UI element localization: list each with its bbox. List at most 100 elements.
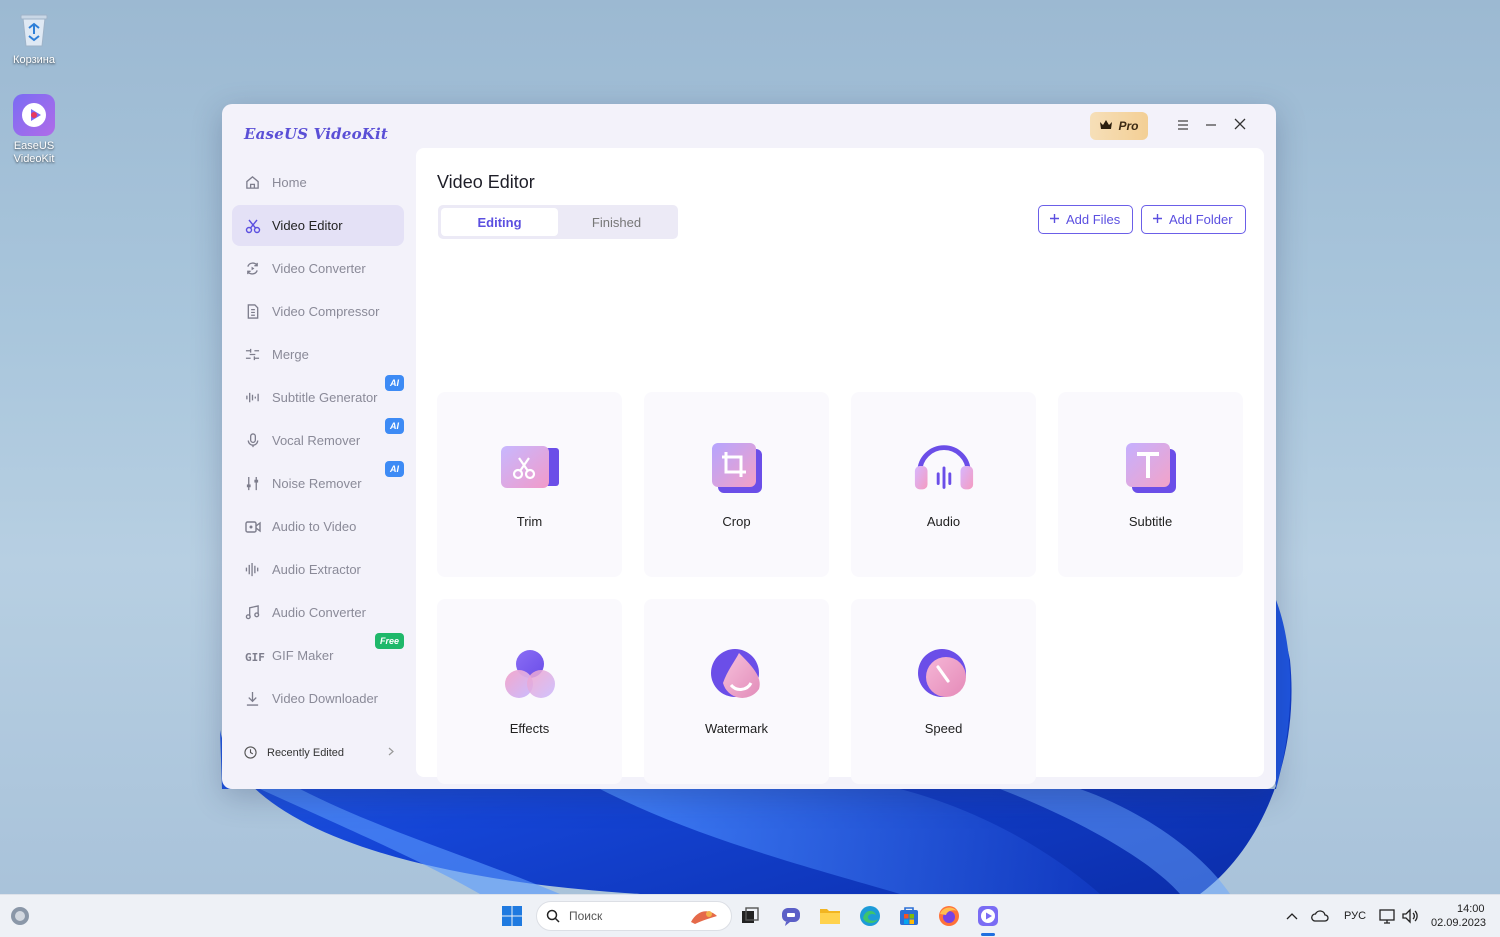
sidebar-item-audio-converter[interactable]: Audio Converter	[232, 592, 404, 633]
tool-label: Crop	[722, 514, 751, 529]
clock-date[interactable]: 02.09.2023	[1431, 917, 1486, 929]
desktop-icon-easeus-videokit[interactable]: EaseUS VideoKit	[4, 94, 64, 166]
pro-upgrade-button[interactable]: Pro	[1090, 112, 1148, 140]
sidebar-item-label: Audio Converter	[272, 605, 366, 620]
compress-icon	[244, 303, 261, 320]
edge-browser-icon[interactable]	[858, 904, 882, 928]
recently-edited-label: Recently Edited	[267, 746, 345, 759]
tool-card-subtitle[interactable]: Subtitle	[1058, 392, 1243, 577]
network-icon[interactable]	[1376, 904, 1400, 928]
sidebar-item-audio-to-video[interactable]: Audio to Video	[232, 506, 404, 547]
home-icon	[244, 174, 261, 191]
headphones-icon	[912, 440, 976, 496]
audio-bars-icon	[244, 561, 261, 578]
crop-icon	[705, 440, 769, 496]
volume-icon[interactable]	[1398, 904, 1422, 928]
free-badge: Free	[374, 633, 404, 649]
main-panel: Video Editor Editing Finished Add Files …	[416, 148, 1264, 784]
recycle-bin-icon	[13, 8, 55, 50]
sliders-icon	[244, 475, 261, 492]
file-explorer-icon[interactable]	[818, 904, 842, 928]
sidebar-item-vocal-remover[interactable]: Vocal Remover AI	[232, 418, 404, 461]
taskbar: Поиск РУС 14:00 02.09.2023	[0, 894, 1500, 937]
sidebar-item-video-converter[interactable]: Video Converter	[232, 248, 404, 289]
start-button[interactable]	[500, 904, 524, 928]
tool-card-effects[interactable]: Effects	[437, 599, 622, 784]
weather-widget-icon[interactable]	[8, 904, 32, 928]
onedrive-cloud-icon[interactable]	[1308, 904, 1332, 928]
recently-edited-link[interactable]: Recently Edited	[244, 746, 394, 759]
merge-icon	[244, 346, 261, 363]
sidebar-item-subtitle-generator[interactable]: Subtitle Generator AI	[232, 375, 404, 418]
tool-card-crop[interactable]: Crop	[644, 392, 829, 577]
page-title: Video Editor	[437, 172, 535, 192]
sidebar-item-gif-maker[interactable]: GIF GIF Maker Free	[232, 633, 404, 676]
microsoft-store-icon[interactable]	[897, 904, 921, 928]
ai-badge: AI	[385, 461, 404, 477]
convert-icon	[244, 260, 261, 277]
tool-label: Audio	[926, 514, 961, 529]
sidebar-item-label: GIF Maker	[272, 648, 334, 663]
watermark-icon	[705, 647, 769, 703]
tool-card-trim[interactable]: Trim	[437, 392, 622, 577]
tool-card-speed[interactable]: Speed	[851, 599, 1036, 784]
search-placeholder: Поиск	[569, 909, 603, 923]
effects-icon	[498, 647, 562, 703]
tool-card-watermark[interactable]: Watermark	[644, 599, 829, 784]
subtitle-icon	[1119, 440, 1183, 496]
search-icon	[546, 909, 560, 923]
minimize-icon	[1205, 117, 1217, 135]
sidebar-item-video-editor[interactable]: Video Editor	[232, 205, 404, 246]
firefox-icon[interactable]	[937, 904, 961, 928]
sidebar-item-label: Noise Remover	[272, 476, 362, 491]
music-note-icon	[244, 604, 261, 621]
chat-icon[interactable]	[779, 904, 803, 928]
taskbar-search[interactable]: Поиск	[536, 901, 732, 931]
download-icon	[244, 690, 261, 707]
scissors-icon	[244, 217, 261, 234]
tool-label: Trim	[516, 514, 543, 529]
pro-label: Pro	[1118, 119, 1139, 133]
minimize-button[interactable]	[1200, 116, 1222, 136]
menu-button[interactable]	[1172, 116, 1194, 136]
sidebar-item-label: Merge	[272, 347, 309, 362]
svg-text:GIF: GIF	[245, 651, 265, 662]
easeus-videokit-taskbar-icon[interactable]	[976, 904, 1000, 928]
sidebar-item-label: Video Converter	[272, 261, 366, 276]
sidebar-item-noise-remover[interactable]: Noise Remover AI	[232, 461, 404, 504]
chevron-up-icon[interactable]	[1280, 904, 1304, 928]
trim-icon	[498, 440, 562, 496]
ai-badge: AI	[385, 418, 404, 434]
add-folder-label: Add Folder	[1169, 212, 1233, 227]
sidebar-item-video-downloader[interactable]: Video Downloader	[232, 678, 404, 719]
sidebar-item-audio-extractor[interactable]: Audio Extractor	[232, 549, 404, 590]
sidebar-item-label: Vocal Remover	[272, 433, 361, 448]
tool-label: Speed	[924, 721, 963, 736]
app-window: EaseUS VideoKit Pro Home Video Editor Vi…	[222, 104, 1276, 789]
speed-icon	[912, 647, 976, 703]
language-indicator[interactable]: РУС	[1344, 910, 1366, 922]
desktop-icon-label: EaseUS VideoKit	[13, 140, 55, 165]
tool-label: Subtitle	[1128, 514, 1173, 529]
waveform-icon	[244, 389, 261, 406]
sidebar-item-label: Video Compressor	[272, 304, 380, 319]
menu-icon	[1177, 117, 1189, 135]
tool-label: Watermark	[704, 721, 769, 736]
clock-time[interactable]: 14:00	[1457, 903, 1485, 915]
tab-editing[interactable]: Editing	[441, 208, 558, 236]
crown-icon	[1099, 119, 1113, 133]
tab-finished[interactable]: Finished	[558, 208, 675, 236]
microphone-icon	[244, 432, 261, 449]
sidebar-item-merge[interactable]: Merge	[232, 334, 404, 375]
tool-card-audio[interactable]: Audio	[851, 392, 1036, 577]
add-folder-button[interactable]: Add Folder	[1141, 205, 1246, 234]
desktop-icon-recycle-bin[interactable]: Корзина	[4, 8, 64, 67]
add-files-button[interactable]: Add Files	[1038, 205, 1134, 234]
search-highlight-icon	[687, 906, 721, 926]
sidebar-item-label: Subtitle Generator	[272, 390, 378, 405]
task-view-icon[interactable]	[738, 904, 762, 928]
sidebar-item-video-compressor[interactable]: Video Compressor	[232, 291, 404, 332]
sidebar-item-home[interactable]: Home	[232, 162, 404, 203]
close-button[interactable]	[1229, 116, 1251, 136]
sidebar-item-label: Audio to Video	[272, 519, 357, 534]
